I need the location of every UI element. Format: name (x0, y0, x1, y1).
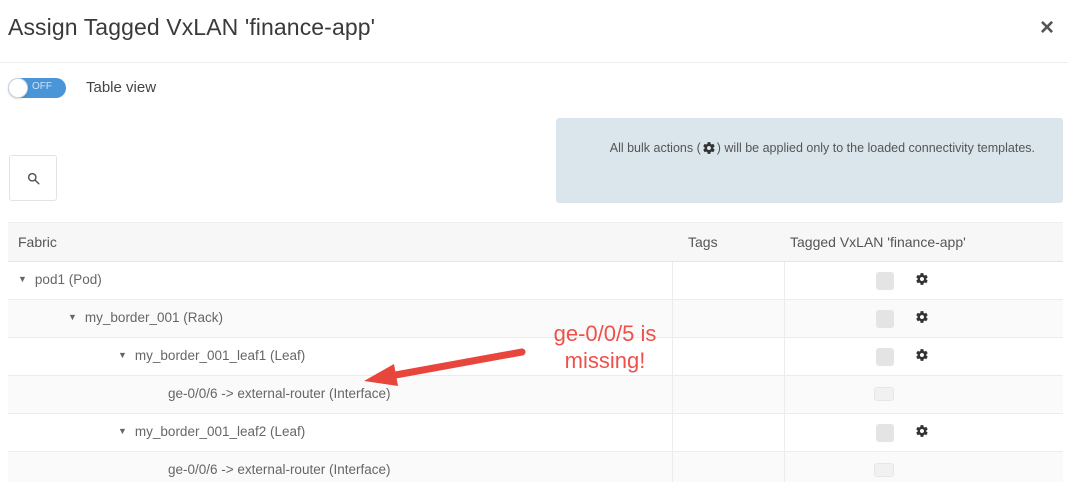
toggle-state-label: OFF (32, 81, 52, 92)
row-checkbox[interactable] (876, 348, 894, 366)
gear-icon[interactable] (915, 272, 929, 291)
annotation-arrow (364, 348, 526, 386)
table-view-label: Table view (86, 79, 157, 96)
column-divider (784, 414, 785, 451)
row-checkbox[interactable] (876, 310, 894, 328)
row-checkbox[interactable] (876, 424, 894, 442)
search-icon (27, 172, 40, 185)
tree-node-label[interactable]: ▼ pod1 (Pod) (18, 272, 102, 287)
row-checkbox[interactable] (874, 387, 894, 401)
tree-node-label[interactable]: ▼ my_border_001_leaf1 (Leaf) (118, 348, 305, 363)
annotation-line-2: missing! (564, 348, 646, 373)
table-row: ▼ my_border_001_leaf2 (Leaf) (8, 414, 1063, 452)
annotation-text: ge-0/0/5 is missing! (525, 320, 685, 374)
gear-icon (702, 141, 716, 162)
row-label-text: ge-0/0/6 -> external-router (Interface) (168, 462, 391, 477)
annotation-line-1: ge-0/0/5 is (553, 321, 657, 346)
tree-node-label[interactable]: ▼ my_border_001 (Rack) (68, 310, 223, 325)
row-label-text: ge-0/0/6 -> external-router (Interface) (168, 386, 391, 401)
row-checkbox[interactable] (876, 272, 894, 290)
info-text-before: All bulk actions ( (609, 141, 701, 155)
bulk-actions-info: All bulk actions ( ) will be applied only… (556, 118, 1063, 203)
table-row: ▼ pod1 (Pod) (8, 262, 1063, 300)
column-header-tags[interactable]: Tags (688, 234, 718, 250)
caret-down-icon[interactable]: ▼ (18, 274, 27, 284)
table-header: Fabric Tags Tagged VxLAN 'finance-app' (8, 222, 1063, 262)
toggle-knob (8, 78, 28, 98)
search-button[interactable] (9, 155, 57, 201)
row-label-text: pod1 (Pod) (34, 272, 102, 287)
assign-vxlan-dialog: Assign Tagged VxLAN 'finance-app' × OFF … (0, 0, 1068, 482)
info-text-after: ) will be applied only to the loaded con… (716, 141, 1035, 155)
caret-down-icon[interactable]: ▼ (118, 350, 127, 360)
gear-icon[interactable] (915, 310, 929, 329)
column-divider (784, 376, 785, 413)
column-divider (672, 452, 673, 482)
info-text: All bulk actions ( ) will be applied only… (595, 138, 1035, 162)
close-icon[interactable]: × (1040, 14, 1054, 42)
dialog-title: Assign Tagged VxLAN 'finance-app' (8, 14, 376, 40)
tree-leaf-label: ge-0/0/6 -> external-router (Interface) (168, 462, 390, 477)
row-label-text: my_border_001_leaf2 (Leaf) (134, 424, 306, 439)
column-header-fabric[interactable]: Fabric (18, 234, 57, 250)
caret-down-icon[interactable]: ▼ (68, 312, 77, 322)
column-header-vxlan[interactable]: Tagged VxLAN 'finance-app' (790, 234, 966, 250)
table-row: ge-0/0/6 -> external-router (Interface) (8, 452, 1063, 482)
row-checkbox[interactable] (874, 463, 894, 477)
tree-leaf-label: ge-0/0/6 -> external-router (Interface) (168, 386, 390, 401)
column-divider (784, 300, 785, 337)
table-view-toggle[interactable]: OFF (8, 78, 66, 98)
table-row: ge-0/0/6 -> external-router (Interface) (8, 376, 1063, 414)
column-divider (672, 262, 673, 299)
gear-icon[interactable] (915, 424, 929, 443)
caret-down-icon[interactable]: ▼ (118, 426, 127, 436)
column-divider (672, 414, 673, 451)
row-label-text: my_border_001_leaf1 (Leaf) (134, 348, 306, 363)
column-divider (672, 376, 673, 413)
title-divider (0, 62, 1068, 63)
column-divider (784, 338, 785, 375)
row-label-text: my_border_001 (Rack) (84, 310, 223, 325)
gear-icon[interactable] (915, 348, 929, 367)
column-divider (784, 262, 785, 299)
column-divider (784, 452, 785, 482)
tree-node-label[interactable]: ▼ my_border_001_leaf2 (Leaf) (118, 424, 305, 439)
